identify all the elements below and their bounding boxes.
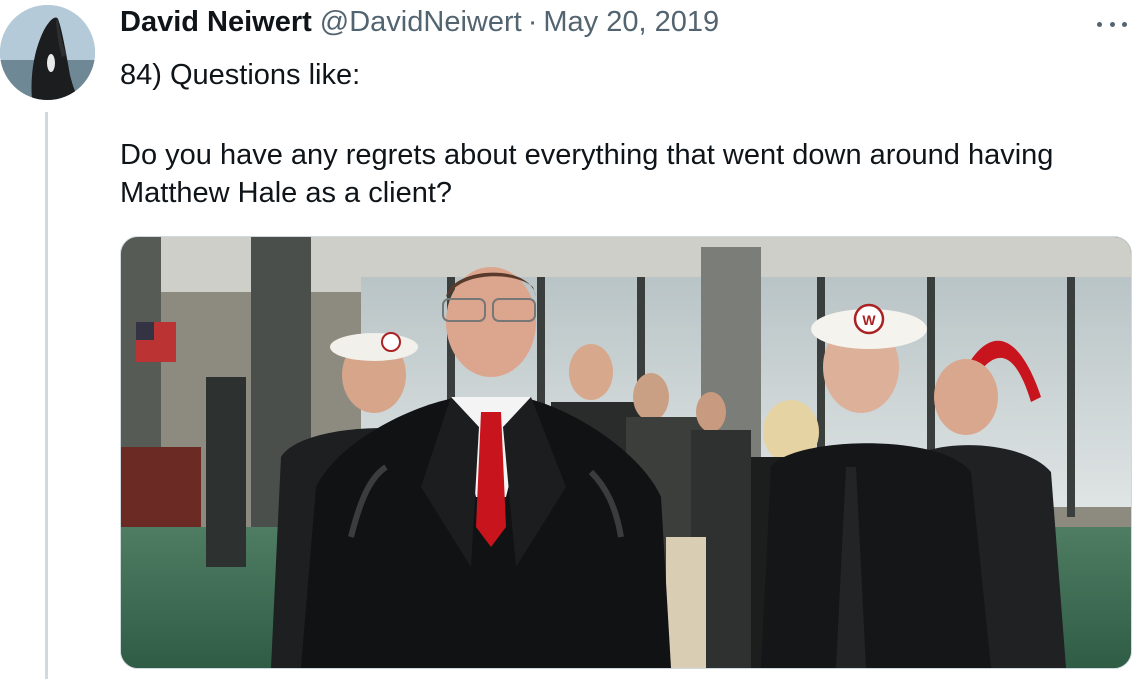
tweet-header: David Neiwert @DavidNeiwert · May 20, 20…	[120, 6, 1099, 46]
cap-emblem: W	[862, 312, 876, 328]
tweet-media-image[interactable]: W	[120, 236, 1132, 669]
tweet-text-line: Do you have any regrets about everything…	[120, 139, 1054, 209]
author-avatar[interactable]	[0, 5, 95, 100]
thread-line	[45, 112, 48, 679]
photo-men-in-lobby: W	[121, 237, 1131, 668]
tweet-text: 84) Questions like: Do you have any regr…	[120, 56, 1120, 212]
separator-dot: ·	[527, 6, 538, 38]
author-name[interactable]: David Neiwert	[120, 6, 312, 39]
author-handle[interactable]: @DavidNeiwert	[320, 6, 522, 39]
tweet-text-line: 84) Questions like:	[120, 59, 361, 91]
more-options-icon[interactable]	[1097, 14, 1127, 34]
orca-avatar-icon	[0, 5, 95, 100]
tweet-date[interactable]: May 20, 2019	[543, 6, 719, 39]
